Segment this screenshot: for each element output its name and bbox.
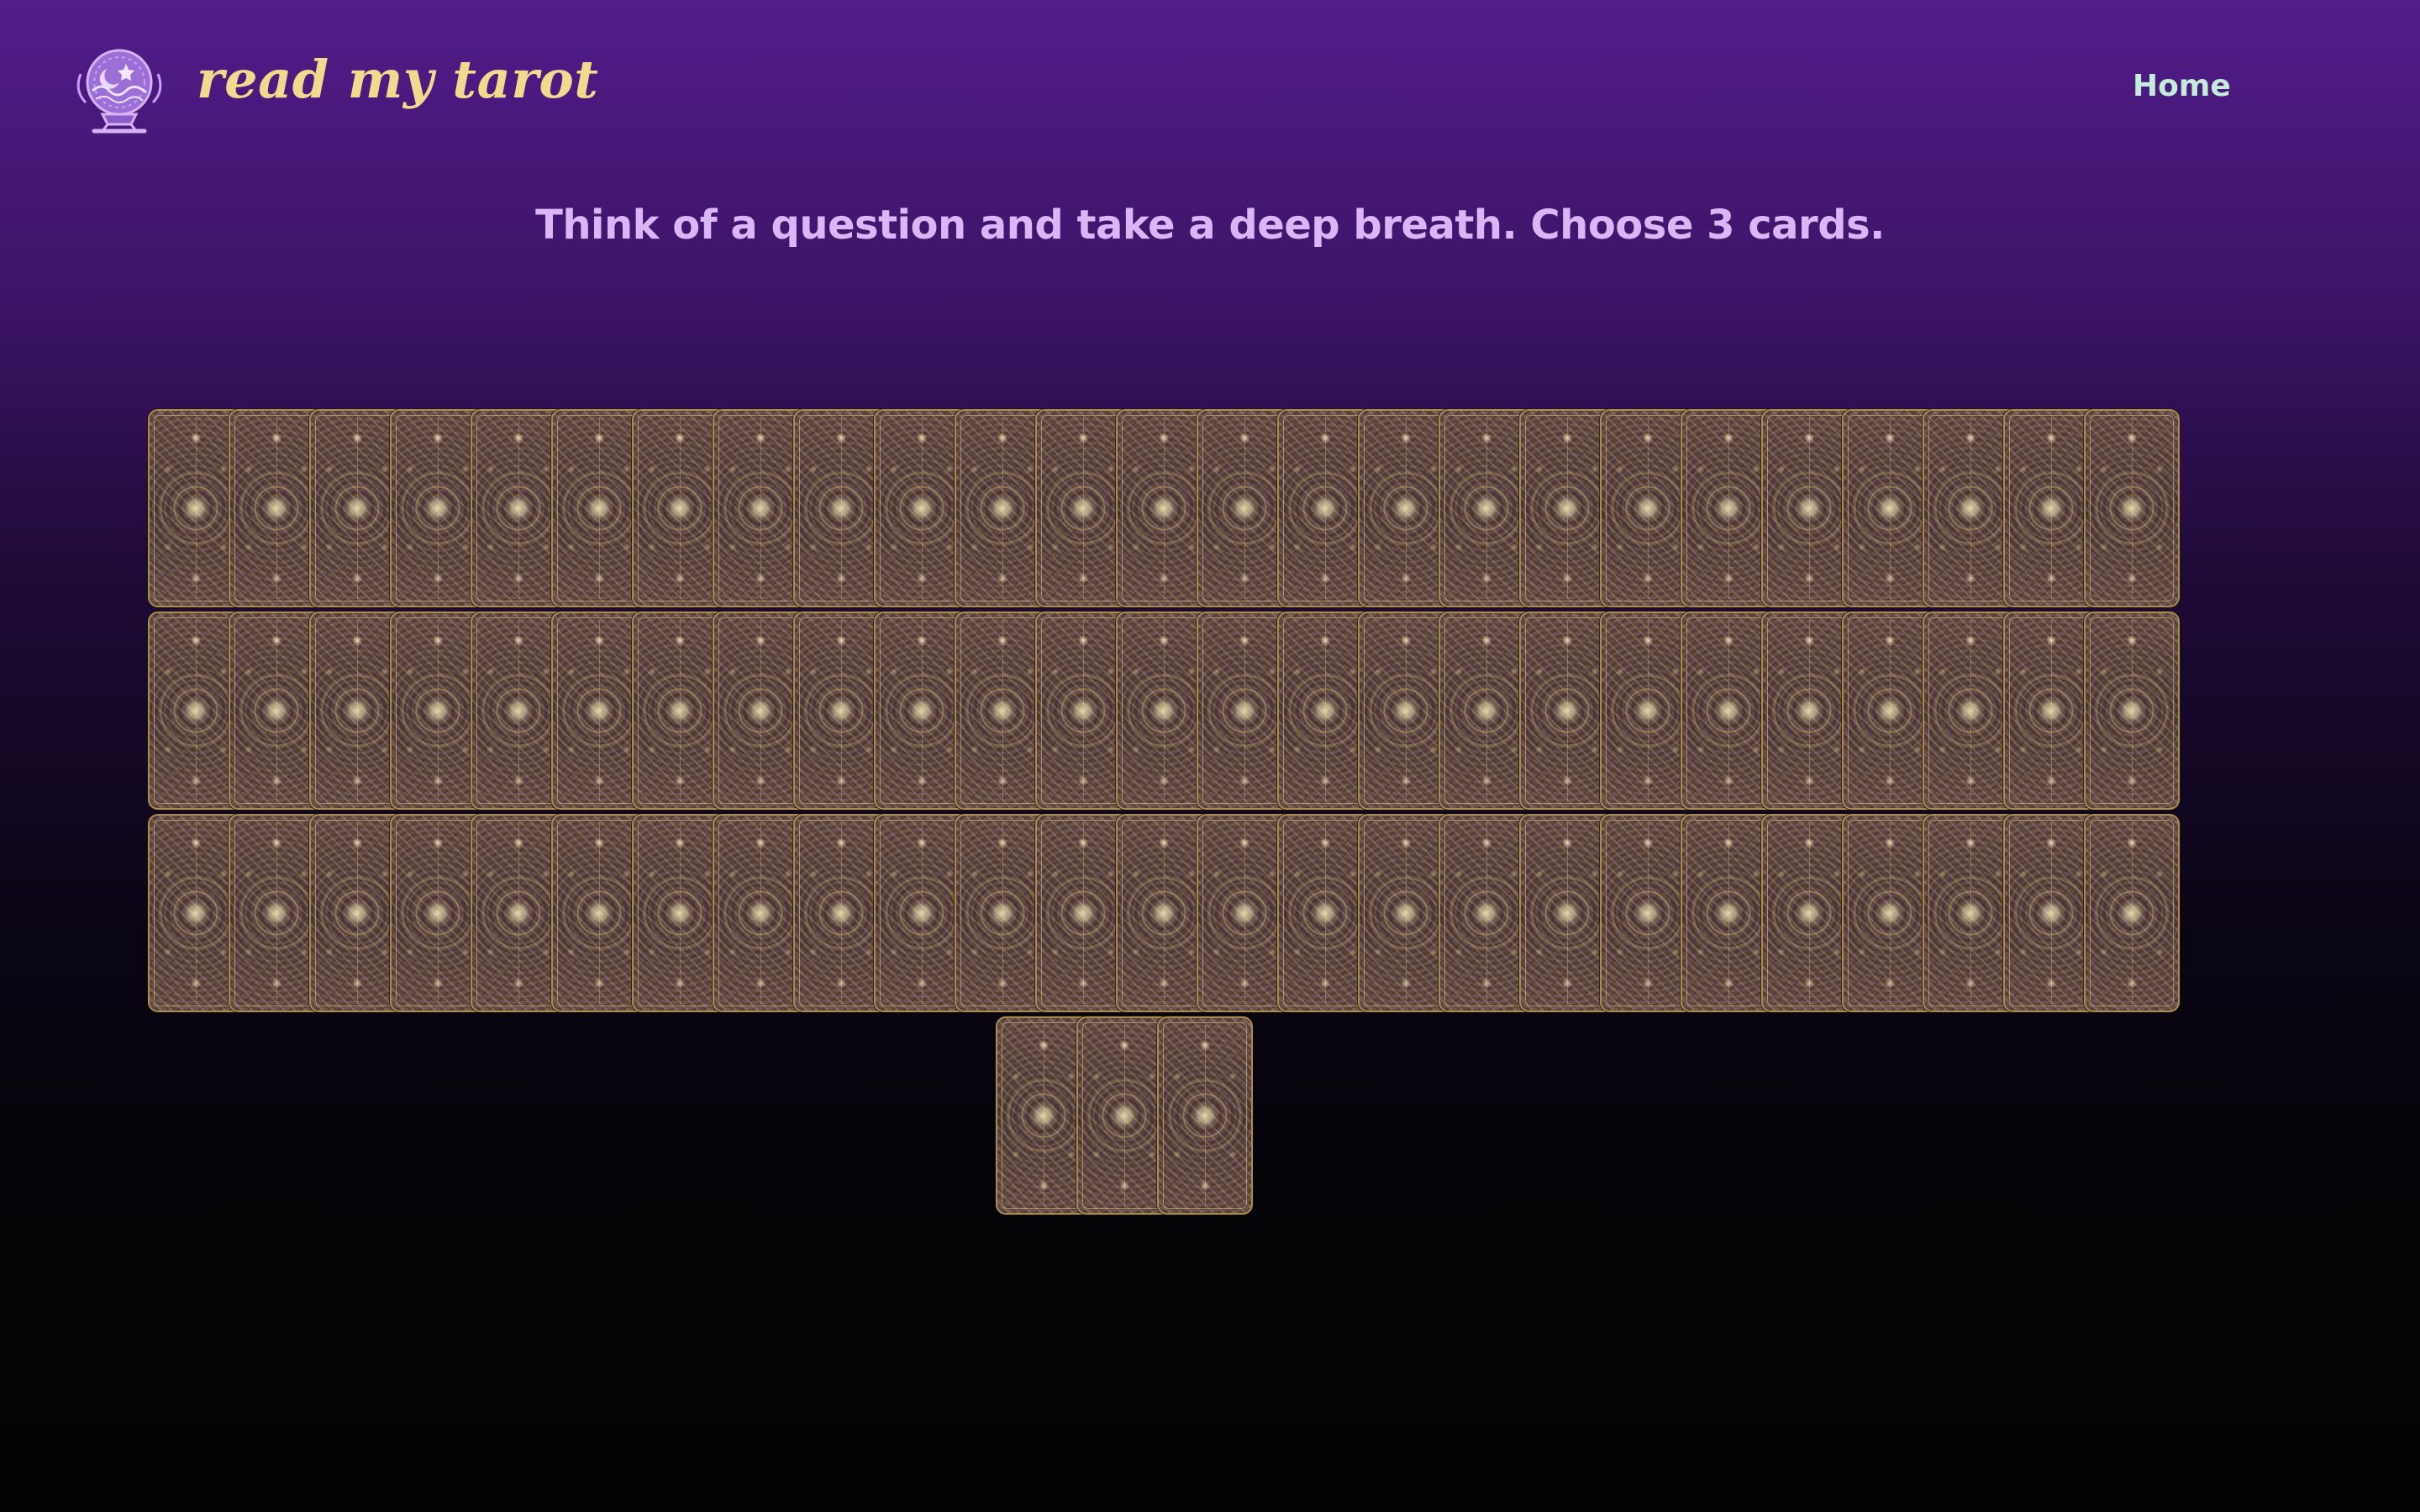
tarot-card-back[interactable]	[1157, 1016, 1253, 1215]
brand-name[interactable]: read my tarot	[197, 49, 598, 110]
tarot-card-back[interactable]	[2084, 612, 2180, 810]
instruction-prompt: Think of a question and take a deep brea…	[535, 202, 1885, 249]
nav-home-link[interactable]: Home	[2133, 69, 2231, 103]
tarot-card-back[interactable]	[2084, 409, 2180, 607]
tarot-deck	[148, 409, 2218, 1215]
crystal-ball-icon[interactable]	[71, 44, 168, 138]
site-header: read my tarot Home	[0, 0, 2420, 168]
tarot-card-back[interactable]	[2084, 814, 2180, 1012]
